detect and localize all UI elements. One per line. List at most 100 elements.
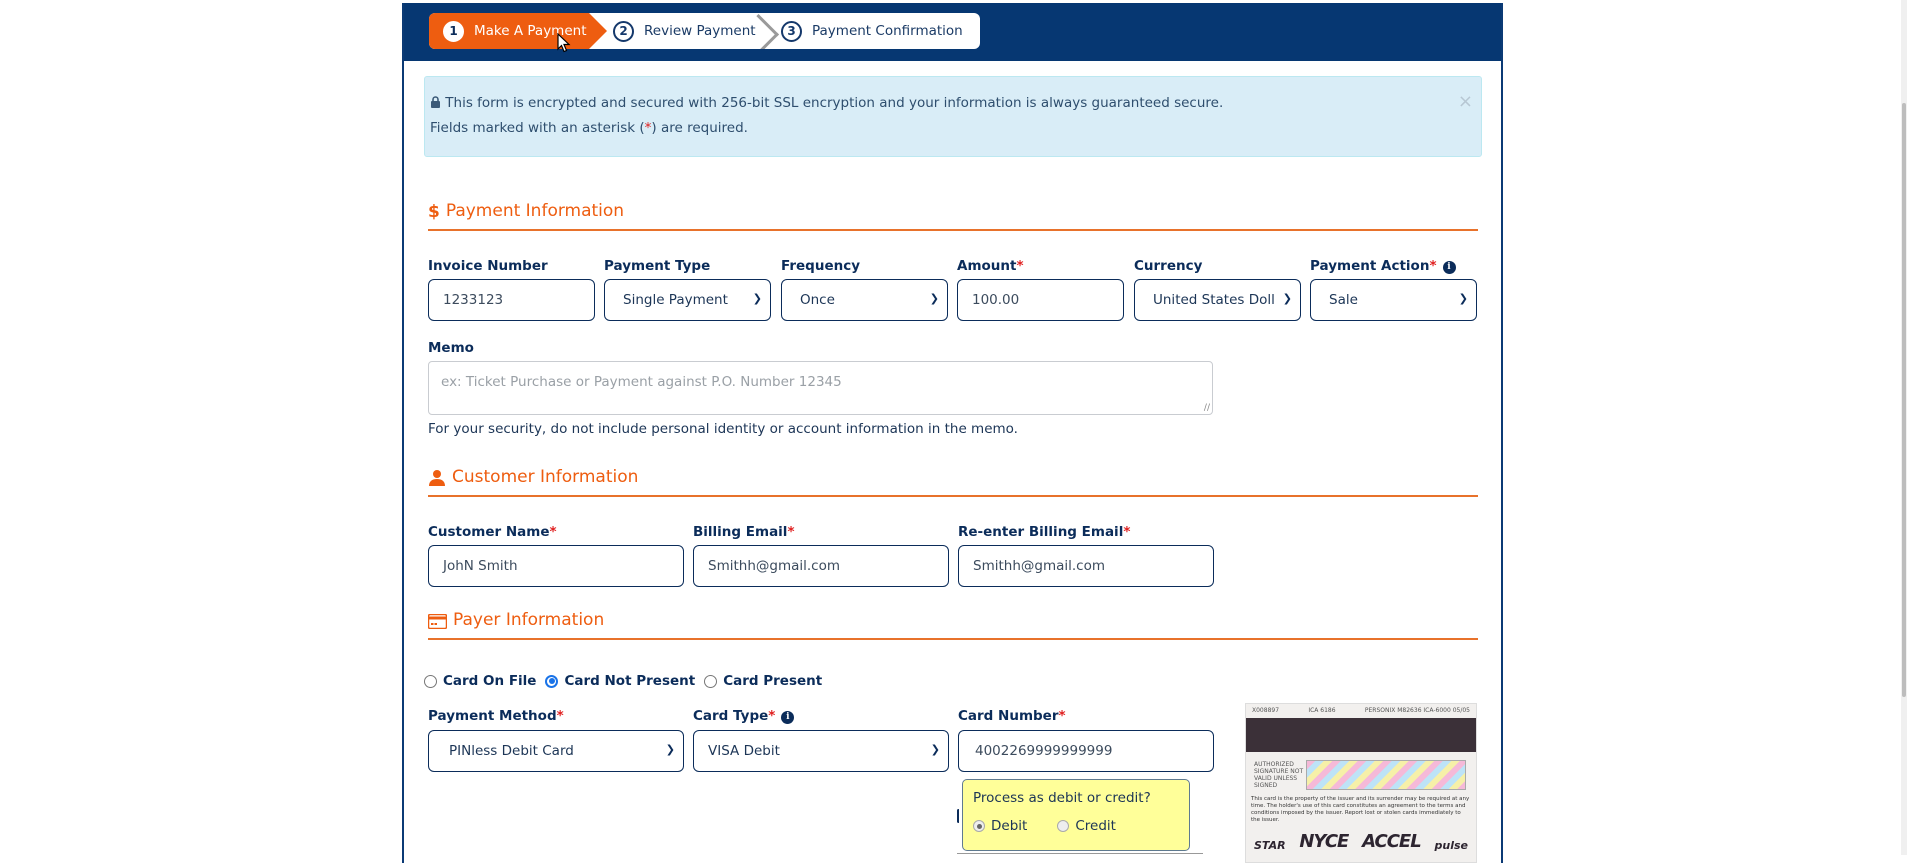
amount-input[interactable]: 100.00 [957,279,1124,321]
nyce-logo: NYCE [1299,831,1349,852]
memo-placeholder: ex: Ticket Purchase or Payment against P… [441,374,842,390]
pulse-logo: pulse [1434,839,1468,852]
card-type-select[interactable]: VISA Debit ❯ [693,730,949,772]
radio-card-not-present[interactable]: Card Not Present [545,673,695,689]
debit-credit-popup: Process as debit or credit? Debit Credit [962,779,1190,851]
chevron-down-icon: ❯ [929,292,939,305]
radio-debit[interactable]: Debit [973,818,1027,834]
signature-label: AUTHORIZED SIGNATURE NOT VALID UNLESS SI… [1254,761,1304,789]
invoice-number-value: 1233123 [443,292,504,308]
resize-handle-icon[interactable]: ∕∕ [1204,403,1210,413]
card-number-label: Card Number* [958,708,1066,724]
radio-card-on-file[interactable]: Card On File [424,673,536,689]
billing-email-input[interactable]: Smithh@gmail.com [693,545,949,587]
progress-steps: 1 Make A Payment 2 Review Payment 3 Paym… [429,13,980,49]
amount-value: 100.00 [972,292,1020,308]
section-title-text: Customer Information [452,467,639,487]
currency-label: Currency [1134,258,1203,274]
frequency-value: Once [800,292,835,308]
currency-value: United States Doll [1153,292,1275,308]
step-number: 1 [443,20,464,42]
customer-name-label: Customer Name* [428,524,557,540]
star-logo: STAR [1254,839,1286,852]
vertical-scrollbar[interactable] [1901,0,1907,855]
radio-label: Debit [991,818,1028,834]
card-personix: PERSONIX M82636 ICA-6000 05/05 [1364,707,1470,714]
chevron-down-icon: ❯ [1282,292,1292,305]
card-number-input[interactable]: 4002269999999999 [958,730,1214,772]
payment-action-value: Sale [1329,292,1358,308]
scrollbar-thumb[interactable] [1902,103,1906,697]
card-fine-print: This card is the property of the issuer … [1251,796,1470,823]
customer-name-value: JohN Smith [443,558,518,574]
card-ica: ICA 6186 [1308,707,1336,714]
security-alert: This form is encrypted and secured with … [424,76,1482,157]
radio-label: Card Not Present [564,673,696,689]
reenter-email-label: Re-enter Billing Email* [958,524,1131,540]
step-number: 3 [781,20,802,42]
alert-required-text-pre: Fields marked with an asterisk ( [430,120,645,136]
card-number-value: 4002269999999999 [975,743,1113,759]
popup-question: Process as debit or credit? [973,790,1151,806]
payment-form-container: 1 Make A Payment 2 Review Payment 3 Paym… [402,3,1503,863]
memo-help-text: For your security, do not include person… [428,421,1018,437]
user-icon [428,467,446,489]
payment-type-select[interactable]: Single Payment ❯ [604,279,771,321]
chevron-down-icon: ❯ [665,743,675,756]
network-logos: STAR NYCE ACCEL pulse [1254,822,1468,852]
radio-checked-icon [973,820,985,832]
amount-label: Amount* [957,258,1024,274]
signature-panel [1306,760,1466,790]
invoice-number-label: Invoice Number [428,258,548,274]
chevron-down-icon: ❯ [1458,292,1468,305]
payment-method-label: Payment Method* [428,708,564,724]
info-icon[interactable]: i [781,710,795,724]
payment-action-select[interactable]: Sale ❯ [1310,279,1477,321]
reenter-email-value: Smithh@gmail.com [973,558,1105,574]
info-icon[interactable]: i [1442,260,1456,274]
reenter-email-input[interactable]: Smithh@gmail.com [958,545,1214,587]
radio-unchecked-icon [424,674,437,688]
chevron-down-icon: ❯ [752,292,762,305]
radio-unchecked-icon [1057,820,1070,832]
step-label: Payment Confirmation [812,23,963,39]
step-payment-confirmation[interactable]: 3 Payment Confirmation [759,13,963,49]
chevron-down-icon: ❯ [930,743,940,756]
frequency-label: Frequency [781,258,861,274]
radio-label: Credit [1075,818,1116,834]
memo-label: Memo [428,340,474,356]
section-title-text: Payment Information [445,201,625,221]
step-number: 2 [613,20,634,42]
partial-hidden-element [957,809,960,823]
memo-textarea[interactable]: ex: Ticket Purchase or Payment against P… [428,361,1213,415]
card-type-value: VISA Debit [708,743,780,759]
currency-select[interactable]: United States Doll ❯ [1134,279,1301,321]
card-serial: X008897 [1252,707,1280,714]
card-back-image: X008897 ICA 6186 PERSONIX M82636 ICA-600… [1245,703,1477,863]
magnetic-stripe [1246,718,1476,752]
radio-credit[interactable]: Credit [1057,818,1116,834]
billing-email-label: Billing Email* [693,524,795,540]
frequency-select[interactable]: Once ❯ [781,279,948,321]
payment-method-value: PINless Debit Card [449,743,574,759]
lock-icon [430,95,445,111]
invoice-number-input[interactable]: 1233123 [428,279,595,321]
radio-card-present[interactable]: Card Present [704,673,822,689]
dollar-icon: $ [428,202,440,222]
alert-encryption-text: This form is encrypted and secured with … [445,95,1224,111]
card-serial-line: X008897 ICA 6186 PERSONIX M82636 ICA-600… [1252,707,1470,714]
payment-method-select[interactable]: PINless Debit Card ❯ [428,730,684,772]
step-label: Review Payment [644,23,756,39]
section-payment-information: $ Payment Information [428,201,1478,231]
close-icon[interactable]: × [1458,91,1473,112]
credit-card-icon [428,610,447,632]
payment-type-value: Single Payment [623,292,728,308]
card-type-label: Card Type* i [693,708,795,724]
divider [957,853,1203,854]
alert-required-text-post: ) are required. [651,120,748,136]
section-customer-information: Customer Information [428,467,1478,497]
customer-name-input[interactable]: JohN Smith [428,545,684,587]
section-payer-information: Payer Information [428,610,1478,640]
step-review-payment[interactable]: 2 Review Payment [589,13,759,49]
billing-email-value: Smithh@gmail.com [708,558,840,574]
